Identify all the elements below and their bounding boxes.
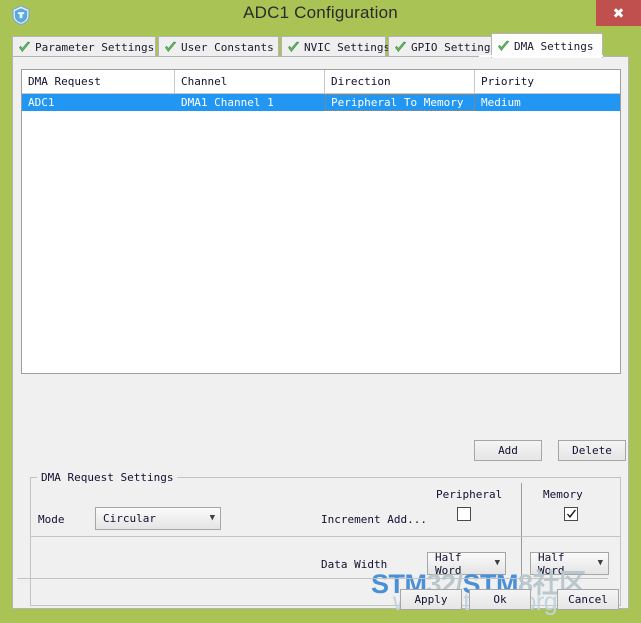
- column-divider: [521, 483, 522, 601]
- tab-parameter-settings[interactable]: Parameter Settings: [12, 36, 156, 57]
- dma-settings-panel: DMA Request Channel Direction Priority A…: [12, 56, 629, 609]
- memory-increment-checkbox[interactable]: [564, 507, 578, 521]
- data-width-label: Data Width: [321, 558, 388, 571]
- mode-label: Mode: [38, 513, 65, 526]
- dma-request-table[interactable]: DMA Request Channel Direction Priority A…: [21, 69, 621, 374]
- green-check-icon: [18, 41, 31, 54]
- column-header-priority: Priority: [481, 75, 534, 88]
- peripheral-data-width-value: Half Word: [435, 550, 462, 577]
- green-check-icon: [287, 41, 300, 54]
- table-row[interactable]: ADC1 DMA1 Channel 1 Peripheral To Memory…: [22, 94, 620, 111]
- column-header-direction: Direction: [325, 70, 475, 93]
- tab-label: Parameter Settings: [35, 40, 155, 54]
- dialog-window: ADC1 Configuration ✖ Parameter Settings …: [0, 0, 641, 623]
- cancel-button[interactable]: Cancel: [557, 589, 619, 610]
- tab-label: User Constants: [181, 40, 274, 54]
- mode-select[interactable]: Circular ▼: [95, 507, 221, 530]
- tab-label: DMA Settings: [514, 39, 594, 53]
- chevron-down-icon: ▼: [209, 513, 215, 523]
- cell-priority[interactable]: Medium: [475, 94, 620, 111]
- delete-button[interactable]: Delete: [558, 440, 626, 461]
- column-header-channel: Channel: [175, 70, 325, 93]
- active-tab-joint: [479, 55, 603, 57]
- add-button[interactable]: Add: [474, 440, 542, 461]
- ok-button[interactable]: Ok: [469, 589, 531, 610]
- chevron-down-icon: ▼: [494, 558, 500, 568]
- increment-address-label: Increment Add...: [321, 513, 427, 526]
- footer-divider: [17, 578, 608, 579]
- memory-data-width-value: Half Word: [538, 550, 565, 577]
- tab-user-constants[interactable]: User Constants: [158, 36, 279, 57]
- peripheral-increment-checkbox[interactable]: [457, 507, 471, 521]
- tab-gpio-settings[interactable]: GPIO Settings: [388, 36, 497, 57]
- cell-dma-request[interactable]: ADC1: [22, 94, 175, 111]
- row-divider: [31, 536, 620, 537]
- column-header-dma-request: DMA Request: [22, 70, 175, 93]
- peripheral-data-width-select[interactable]: Half Word ▼: [427, 550, 506, 577]
- green-check-icon: [164, 41, 177, 54]
- dma-request-settings-group: [30, 477, 621, 606]
- tab-nvic-settings[interactable]: NVIC Settings: [281, 36, 390, 57]
- cell-direction[interactable]: Peripheral To Memory: [325, 94, 475, 111]
- apply-button[interactable]: Apply: [400, 589, 462, 610]
- cell-channel[interactable]: DMA1 Channel 1: [175, 94, 325, 111]
- close-button[interactable]: ✖: [596, 0, 641, 26]
- tab-label: NVIC Settings: [304, 40, 391, 54]
- green-check-icon: [394, 41, 407, 54]
- tab-strip: Parameter Settings User Constants NVIC S…: [12, 33, 629, 58]
- mode-select-value: Circular: [103, 512, 156, 525]
- group-title: DMA Request Settings: [37, 471, 178, 484]
- page-title: ADC1 Configuration: [243, 3, 398, 22]
- memory-data-width-select[interactable]: Half Word ▼: [530, 550, 609, 577]
- chevron-down-icon: ▼: [597, 558, 603, 568]
- title-bar: ADC1 Configuration ✖: [0, 0, 641, 29]
- tab-label: GPIO Settings: [411, 40, 498, 54]
- peripheral-column-label: Peripheral: [436, 488, 503, 501]
- memory-column-label: Memory: [543, 488, 583, 501]
- table-header-row: DMA Request Channel Direction Priority: [22, 70, 620, 94]
- green-check-icon: [497, 40, 510, 53]
